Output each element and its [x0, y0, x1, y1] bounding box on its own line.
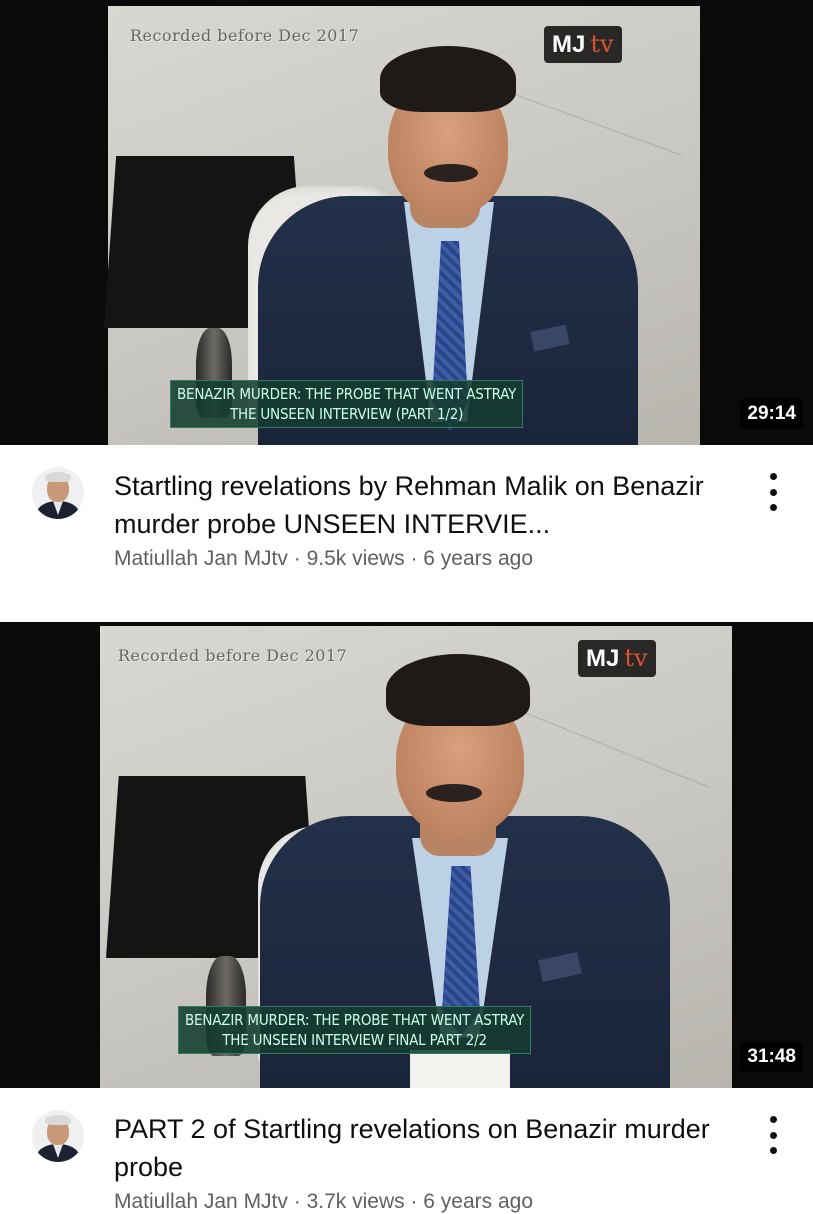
logo-mj: MJ — [552, 31, 586, 58]
logo-mj: MJ — [586, 645, 620, 672]
mjtv-logo: MJ tv — [544, 26, 622, 63]
paper-notes — [410, 1050, 510, 1088]
video-thumbnail[interactable]: Recorded before Dec 2017 MJ tv BENAZIR M… — [0, 0, 813, 445]
upload-age: 6 years ago — [423, 547, 534, 570]
recorded-overlay-text: Recorded before Dec 2017 — [118, 646, 348, 665]
hair — [386, 654, 530, 726]
tv-screen-frame: Recorded before Dec 2017 MJ tv BENAZIR M… — [104, 6, 700, 445]
more-vert-icon[interactable] — [760, 1116, 786, 1154]
caption-line-1: BENAZIR MURDER: THE PROBE THAT WENT ASTR… — [185, 1011, 525, 1029]
meta-separator: · — [287, 1190, 307, 1213]
view-count: 9.5k views — [306, 547, 405, 570]
caption-line-1: BENAZIR MURDER: THE PROBE THAT WENT ASTR… — [177, 385, 517, 403]
meta-separator: · — [287, 547, 307, 570]
video-subline: Matiullah Jan MJtv · 9.5k views · 6 year… — [114, 547, 533, 571]
hair — [380, 46, 516, 112]
video-card[interactable]: Recorded before Dec 2017 MJ tv BENAZIR M… — [0, 622, 813, 1213]
meta-separator: · — [404, 1190, 424, 1213]
caption-banner: BENAZIR MURDER: THE PROBE THAT WENT ASTR… — [178, 1006, 532, 1054]
video-thumbnail[interactable]: Recorded before Dec 2017 MJ tv BENAZIR M… — [0, 622, 813, 1088]
view-count: 3.7k views — [306, 1190, 405, 1213]
kebab-dot — [769, 504, 777, 511]
channel-name[interactable]: Matiullah Jan MJtv — [114, 1190, 288, 1213]
logo-tv: tv — [590, 30, 614, 58]
caption-line-2: THE UNSEEN INTERVIEW (PART 1/2) — [229, 405, 464, 423]
kebab-dot — [769, 488, 777, 496]
tv-screen-frame: Recorded before Dec 2017 MJ tv BENAZIR M… — [100, 626, 732, 1088]
upload-age: 6 years ago — [423, 1190, 534, 1213]
kebab-dot — [769, 473, 777, 480]
duration-badge: 31:48 — [740, 1042, 803, 1072]
caption-banner: BENAZIR MURDER: THE PROBE THAT WENT ASTR… — [170, 380, 524, 428]
avatar-hair — [45, 1115, 71, 1125]
more-vert-icon[interactable] — [760, 473, 786, 511]
recorded-overlay-text: Recorded before Dec 2017 — [130, 26, 360, 45]
caption-line-2: THE UNSEEN INTERVIEW FINAL PART 2/2 — [222, 1031, 487, 1049]
duration-badge: 29:14 — [740, 399, 803, 429]
mustache — [424, 164, 478, 182]
channel-avatar[interactable] — [32, 467, 84, 519]
meta-separator: · — [404, 547, 424, 570]
channel-name[interactable]: Matiullah Jan MJtv — [114, 547, 288, 570]
avatar-hair — [45, 472, 71, 482]
video-title[interactable]: PART 2 of Startling revelations on Benaz… — [114, 1110, 724, 1186]
channel-avatar[interactable] — [32, 1110, 84, 1162]
video-title[interactable]: Startling revelations by Rehman Malik on… — [114, 467, 724, 543]
video-card[interactable]: Recorded before Dec 2017 MJ tv BENAZIR M… — [0, 0, 813, 622]
mustache — [426, 784, 482, 802]
mjtv-logo: MJ tv — [578, 640, 656, 677]
logo-tv: tv — [624, 644, 648, 672]
kebab-dot — [769, 1131, 777, 1139]
video-subline: Matiullah Jan MJtv · 3.7k views · 6 year… — [114, 1190, 533, 1214]
kebab-dot — [769, 1147, 777, 1154]
kebab-dot — [769, 1116, 777, 1123]
